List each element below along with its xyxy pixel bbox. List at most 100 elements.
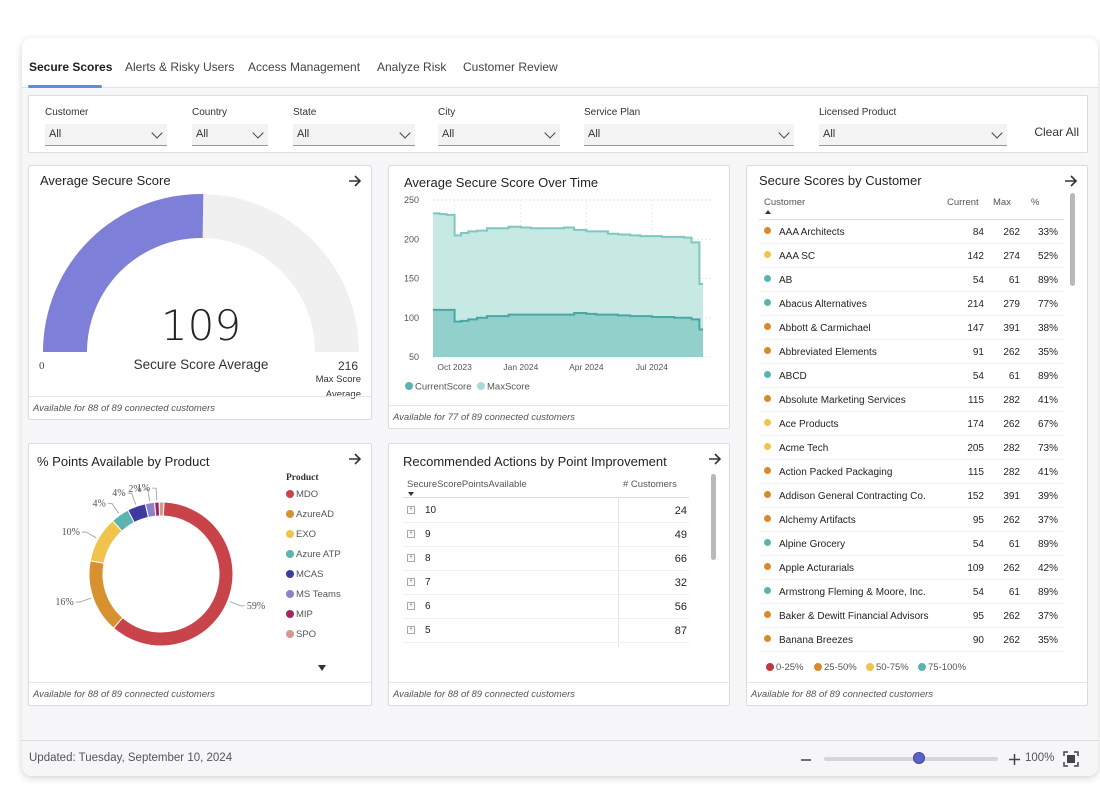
max-score: 274: [1003, 251, 1020, 262]
table-row[interactable]: Armstrong Fleming & Moore, Inc. 54 61 89%: [759, 580, 1064, 604]
score-band-dot: [764, 539, 771, 546]
card-footer: Available for 88 of 89 connected custome…: [29, 396, 371, 419]
scrollbar-thumb[interactable]: [1070, 193, 1075, 286]
city-dropdown[interactable]: All: [438, 124, 560, 146]
column-header-max[interactable]: Max: [993, 197, 1011, 208]
column-header-customer[interactable]: Customer: [764, 197, 805, 208]
filter-bar: Customer All Country All State All City …: [28, 95, 1088, 153]
score-band-dot: [764, 443, 771, 450]
column-header-pct[interactable]: %: [1031, 197, 1039, 208]
current-score: 54: [972, 539, 984, 550]
table-row[interactable]: +7 32: [403, 571, 689, 595]
country-dropdown[interactable]: All: [192, 124, 268, 146]
table-row[interactable]: ABCD 54 61 89%: [759, 364, 1064, 388]
score-percent: 77%: [1037, 299, 1058, 310]
column-header-points[interactable]: SecureScorePointsAvailable: [407, 479, 527, 490]
current-score: 54: [972, 587, 984, 598]
column-header-customers[interactable]: # Customers: [623, 479, 677, 490]
service-plan-dropdown[interactable]: All: [584, 124, 794, 146]
expand-icon[interactable]: +: [407, 626, 415, 634]
table-row[interactable]: Ace Products 174 262 67%: [759, 412, 1064, 436]
customer-dropdown[interactable]: All: [45, 124, 167, 146]
tab-alerts-risky-users[interactable]: Alerts & Risky Users: [125, 60, 234, 74]
legend-item-spo[interactable]: SPO: [286, 629, 316, 640]
table-row[interactable]: Apple Acturarials 109 262 42%: [759, 556, 1064, 580]
tab-analyze-risk[interactable]: Analyze Risk: [377, 60, 446, 74]
max-score: 391: [1003, 323, 1020, 334]
current-score: 54: [972, 371, 984, 382]
legend-item-mdo[interactable]: MDO: [286, 489, 318, 500]
zoom-in-icon[interactable]: [1008, 753, 1021, 766]
customer-name: Ace Products: [779, 419, 839, 430]
table-row[interactable]: Abbott & Carmichael 147 391 38%: [759, 316, 1064, 340]
legend-item-azuread[interactable]: AzureAD: [286, 509, 334, 520]
trend-area-chart: 50 100 150 200 250 Oct 2023 Jan 2024 Apr 2024 Ju…: [404, 195, 713, 393]
scrollbar-thumb[interactable]: [711, 474, 716, 560]
table-row[interactable]: +5 87: [403, 619, 689, 643]
table-row[interactable]: AB 54 61 89%: [759, 268, 1064, 292]
legend-label: CurrentScore: [415, 382, 472, 393]
tab-secure-scores[interactable]: Secure Scores: [29, 60, 112, 74]
filter-label: Licensed Product: [819, 107, 897, 118]
legend-item-ms-teams[interactable]: MS Teams: [286, 589, 341, 600]
band-swatch: [766, 663, 774, 671]
table-row[interactable]: +10 24: [403, 499, 689, 523]
table-row[interactable]: +6 56: [403, 595, 689, 619]
table-row[interactable]: Abacus Alternatives 214 279 77%: [759, 292, 1064, 316]
max-score: 391: [1003, 491, 1020, 502]
current-score: 174: [967, 419, 984, 430]
table-row[interactable]: +8 66: [403, 547, 689, 571]
tab-customer-review[interactable]: Customer Review: [463, 60, 558, 74]
expand-icon[interactable]: +: [407, 554, 415, 562]
expand-icon[interactable]: +: [407, 506, 415, 514]
legend-swatch: [286, 490, 294, 498]
band-legend-item: 25-50%: [814, 662, 857, 673]
table-row[interactable]: Alchemy Artifacts 95 262 37%: [759, 508, 1064, 532]
score-percent: 33%: [1037, 227, 1058, 238]
legend-swatch: [477, 382, 485, 390]
table-row[interactable]: +9 49: [403, 523, 689, 547]
donut-slice-spo: [158, 501, 165, 517]
fit-to-page-icon[interactable]: [1063, 751, 1079, 767]
zoom-out-icon[interactable]: [800, 754, 812, 766]
chevron-down-icon: [544, 127, 556, 139]
sort-asc-icon[interactable]: [764, 209, 772, 215]
table-row[interactable]: Alpine Grocery 54 61 89%: [759, 532, 1064, 556]
expand-icon[interactable]: +: [407, 530, 415, 538]
legend-item-exo[interactable]: EXO: [286, 529, 316, 540]
caret-down-icon[interactable]: [317, 664, 327, 672]
table-row[interactable]: AAA SC 142 274 52%: [759, 244, 1064, 268]
dashboard-window: Secure Scores Alerts & Risky Users Acces…: [22, 38, 1098, 776]
arrow-right-icon[interactable]: [707, 451, 723, 467]
table-row[interactable]: Abbreviated Elements 91 262 35%: [759, 340, 1064, 364]
legend-label: MS Teams: [296, 589, 341, 600]
score-band-dot: [764, 635, 771, 642]
band-legend-item: 75-100%: [918, 662, 966, 673]
legend-item-azure-atp[interactable]: Azure ATP: [286, 549, 341, 560]
x-tick-label: Jan 2024: [503, 362, 538, 372]
table-row[interactable]: Action Packed Packaging 115 282 41%: [759, 460, 1064, 484]
legend-item-mip[interactable]: MIP: [286, 609, 313, 620]
licensed-product-dropdown[interactable]: All: [819, 124, 1007, 146]
tab-access-management[interactable]: Access Management: [248, 60, 360, 74]
recommended-actions-card: Recommended Actions by Point Improvement…: [388, 443, 730, 706]
score-percent: 89%: [1037, 371, 1058, 382]
arrow-right-icon[interactable]: [1063, 173, 1079, 189]
column-header-current[interactable]: Current: [947, 197, 979, 208]
expand-icon[interactable]: +: [407, 602, 415, 610]
zoom-slider-thumb[interactable]: [913, 752, 925, 764]
table-row[interactable]: Acme Tech 205 282 73%: [759, 436, 1064, 460]
zoom-slider-track[interactable]: [824, 757, 998, 761]
table-row[interactable]: Banana Breezes 90 262 35%: [759, 628, 1064, 652]
table-row[interactable]: Absolute Marketing Services 115 282 41%: [759, 388, 1064, 412]
table-row[interactable]: Addison General Contracting Co. 152 391 39%: [759, 484, 1064, 508]
clear-all-button[interactable]: Clear All: [1034, 125, 1079, 139]
current-score: 109: [967, 563, 984, 574]
table-row[interactable]: Baker & Dewitt Financial Advisors 95 262 37…: [759, 604, 1064, 628]
y-tick-label: 150: [404, 274, 419, 284]
score-band-dot: [764, 563, 771, 570]
state-dropdown[interactable]: All: [293, 124, 415, 146]
table-row[interactable]: AAA Architects 84 262 33%: [759, 220, 1064, 244]
expand-icon[interactable]: +: [407, 578, 415, 586]
legend-item-mcas[interactable]: MCAS: [286, 569, 323, 580]
